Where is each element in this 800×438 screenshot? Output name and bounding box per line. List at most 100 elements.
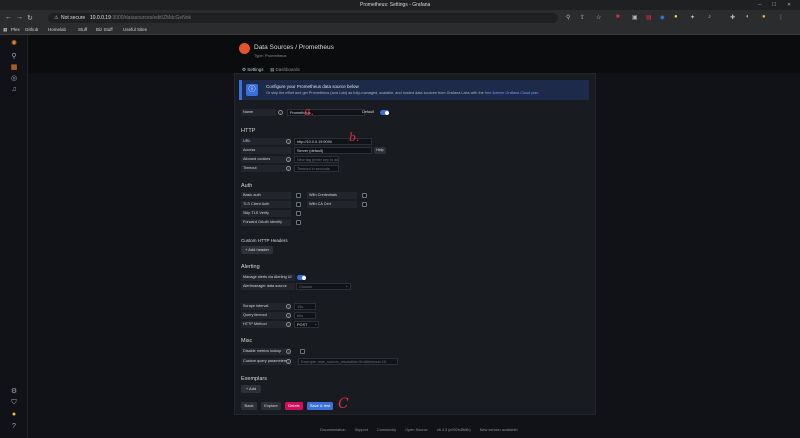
help-button[interactable]: Help [374,147,386,154]
bookmarks-bar: ▦ Plex Github Homelab Stuff Biz Stuff Us… [0,26,800,35]
extension-shield-icon[interactable]: ◆ [660,14,665,21]
info-icon[interactable]: i [286,157,291,162]
page-subtitle: Type: Prometheus [254,53,287,58]
extensions-icon[interactable]: ✚ [730,14,735,21]
scrape-interval-label: Scrape interval [241,303,291,310]
info-icon[interactable]: i [286,313,291,318]
grafana-logo-icon[interactable]: ✺ [9,39,19,47]
bookmark-homelab[interactable]: Homelab [48,27,66,32]
bookmark-stuff[interactable]: Stuff [78,27,87,32]
zoom-icon[interactable]: ⚲ [566,14,570,21]
apps-icon[interactable]: ▦ [3,27,7,33]
disable-metrics-lookup-checkbox[interactable] [300,349,305,354]
extension-face-icon[interactable]: ● [674,14,678,20]
search-icon[interactable]: ⚲ [9,52,19,60]
extension-pdf-icon[interactable]: ▤ [646,14,652,21]
help-icon[interactable]: ? [9,423,19,430]
back-icon[interactable]: ← [5,14,12,21]
tab-label: Settings [247,67,264,72]
scrape-interval-input[interactable]: 15s [294,303,316,310]
info-icon[interactable]: i [286,166,291,171]
forward-icon[interactable]: → [16,14,23,21]
tls-client-auth-checkbox[interactable] [296,202,301,207]
grafana-sidenav: ✺ ⚲ ▦ ◎ ♫ ⚙ ⛉ ● ? [0,35,28,438]
info-icon[interactable]: i [286,359,291,364]
forward-oauth-checkbox[interactable] [296,220,301,225]
media-icon[interactable]: ♪ [708,14,711,20]
user-avatar-icon[interactable]: ● [9,411,19,418]
dashboards-icon[interactable]: ▦ [9,63,19,71]
alertmanager-select[interactable]: Choose [296,283,351,290]
share-icon[interactable]: ⇪ [580,14,585,21]
with-ca-cert-label: With CA Cert [307,201,357,208]
explore-button[interactable]: Explore [261,402,281,410]
timeout-input[interactable]: Timeout in seconds [294,165,339,172]
extension-puzzle-icon[interactable]: ✦ [690,14,695,21]
info-banner: ⓘ Configure your Prometheus data source … [239,80,589,100]
add-exemplar-button[interactable]: + Add [241,385,261,393]
bookmark-biz-stuff[interactable]: Biz Stuff [96,27,113,32]
with-ca-cert-checkbox[interactable] [362,202,367,207]
minimize-icon[interactable]: ─ [758,2,762,8]
access-select[interactable]: Server (default) [294,147,372,154]
add-header-button[interactable]: + Add header [241,246,273,254]
query-timeout-input[interactable]: 60s [294,312,316,319]
with-credentials-checkbox[interactable] [362,193,367,198]
maximize-icon[interactable]: ☐ [772,2,776,8]
warning-icon: ⚠ [54,15,59,21]
menu-icon[interactable]: ⋮ [778,14,784,21]
save-test-button[interactable]: Save & test [307,402,333,410]
skip-tls-verify-checkbox[interactable] [296,211,301,216]
shield-icon[interactable]: ⛉ [9,399,19,407]
footer-documentation[interactable]: Documentation [320,428,346,432]
star-icon[interactable]: ☆ [596,14,601,21]
info-icon[interactable]: i [286,139,291,144]
default-toggle[interactable] [380,110,389,115]
breadcrumb-parent[interactable]: Data Sources [254,44,293,51]
avatar-icon[interactable]: ● [762,14,766,20]
allowed-cookies-label: Allowed cookies [241,156,291,163]
extension-icon[interactable]: ▣ [632,14,638,21]
url-field[interactable]: ⚠ Not secure 10.0.0.19 :3000/datasources… [48,13,558,23]
url-path: :3000/datasources/edit/ZMdcGeNnk [111,15,192,21]
extension-red-icon[interactable]: ■ [616,14,620,20]
back-button[interactable]: Back [241,402,257,410]
forward-oauth-label: Forward OAuth Identity [241,219,291,226]
basic-auth-label: Basic auth [241,192,291,199]
timeout-label: Timeout [241,165,291,172]
url-input[interactable]: http://10.0.0.19:9090 [294,138,372,145]
banner-title: Configure your Prometheus data source be… [266,84,359,89]
annotation-a: a. [304,105,315,118]
info-icon[interactable]: i [286,304,291,309]
custom-query-params-input[interactable]: Example: max_source_resolution=5m&timeou… [298,358,398,365]
info-icon[interactable]: i [278,110,283,115]
footer-new-version[interactable]: New version available! [480,428,518,432]
bookmark-github[interactable]: Github [25,27,38,32]
footer-open-source[interactable]: Open Source [405,428,427,432]
name-input[interactable]: Prometheus [287,109,365,116]
manage-alerts-label: Manage alerts via Alerting UI [241,274,295,281]
bookmark-plex[interactable]: Plex [11,27,20,32]
exemplars-section-title: Exemplars [241,376,267,382]
profile-icon[interactable]: ◐ [746,14,750,20]
skip-tls-verify-label: Skip TLS Verify [241,210,291,217]
footer-community[interactable]: Community [377,428,396,432]
info-icon[interactable]: i [286,322,291,327]
name-label: Name [241,109,276,116]
close-icon[interactable]: ✕ [787,2,791,8]
auth-section-title: Auth [241,183,253,189]
footer-version: v8.4.3 (a992b4fb8b) [436,428,471,432]
footer-support[interactable]: Support [355,428,368,432]
explore-icon[interactable]: ◎ [9,74,19,82]
reload-icon[interactable]: ↻ [27,14,33,22]
configuration-icon[interactable]: ⚙ [9,387,19,395]
delete-button[interactable]: Delete [285,402,303,410]
manage-alerts-toggle[interactable] [297,275,306,280]
alerting-icon[interactable]: ♫ [9,86,19,93]
info-icon[interactable]: i [286,349,291,354]
banner-link[interactable]: free-forever Grafana Cloud plan. [485,91,540,95]
allowed-cookies-input[interactable]: New tag (enter key to add) [294,156,339,163]
annotation-c: C [338,396,349,412]
basic-auth-checkbox[interactable] [296,193,301,198]
bookmark-useful-sites[interactable]: Useful Sites [123,27,147,32]
